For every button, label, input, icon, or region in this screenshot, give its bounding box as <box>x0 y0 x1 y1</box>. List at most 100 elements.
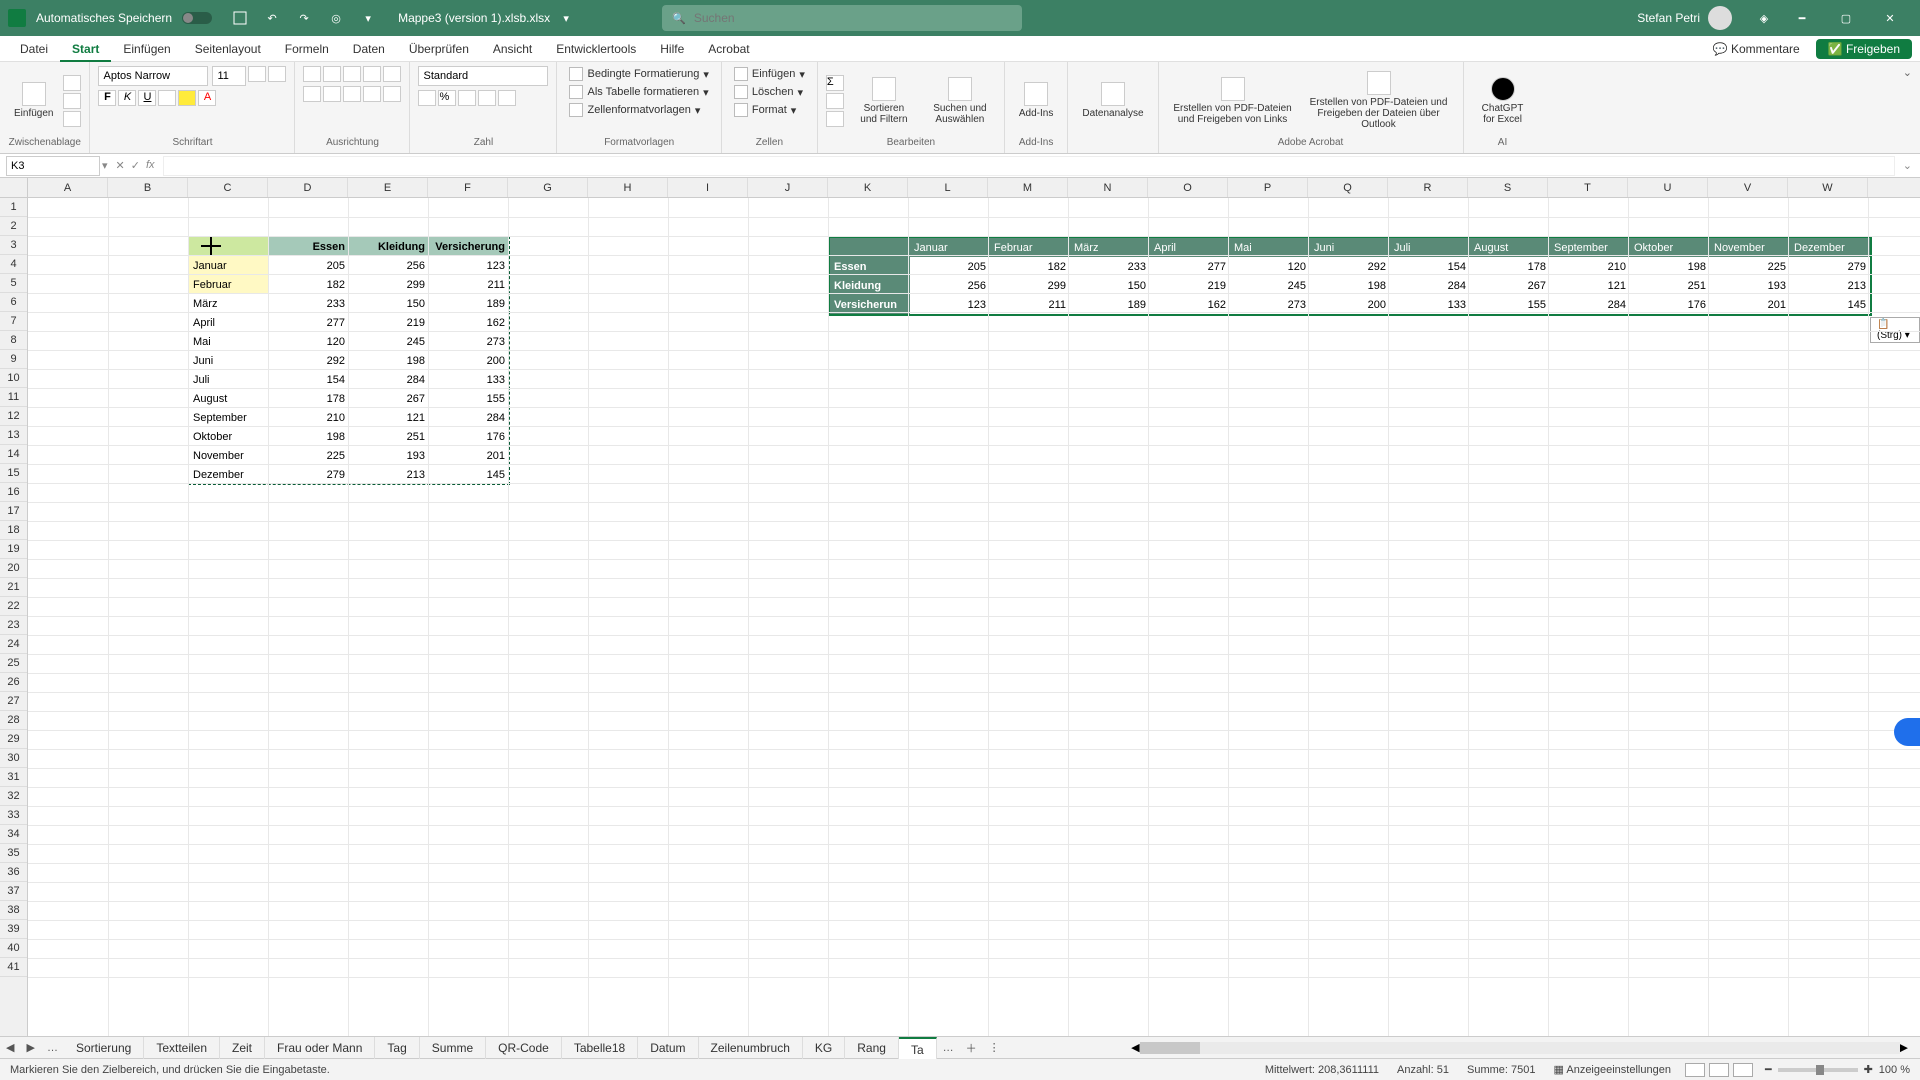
chatgpt-button[interactable]: ChatGPT for Excel <box>1472 75 1534 127</box>
conditional-formatting-button[interactable]: Bedingte Formatierung ▾ <box>565 66 712 82</box>
expand-formula-icon[interactable]: ⌄ <box>1895 159 1920 172</box>
sheet-tab-frau oder mann[interactable]: Frau oder Mann <box>265 1037 375 1059</box>
col-header-R[interactable]: R <box>1388 178 1468 197</box>
undo-icon[interactable]: ↶ <box>262 8 282 28</box>
find-select-button[interactable]: Suchen und Auswählen <box>924 75 996 127</box>
underline-icon[interactable]: U <box>138 90 156 106</box>
col-header-G[interactable]: G <box>508 178 588 197</box>
row-header-26[interactable]: 26 <box>0 673 27 692</box>
increase-font-icon[interactable] <box>248 66 266 82</box>
tab-daten[interactable]: Daten <box>341 36 397 62</box>
name-box[interactable] <box>6 156 100 176</box>
format-cells-button[interactable]: Format ▾ <box>730 102 800 118</box>
row-header-13[interactable]: 13 <box>0 426 27 445</box>
col-header-B[interactable]: B <box>108 178 188 197</box>
sheet-overflow[interactable]: … <box>937 1042 960 1054</box>
delete-cells-button[interactable]: Löschen ▾ <box>730 84 807 100</box>
fill-icon[interactable] <box>826 93 844 109</box>
col-header-E[interactable]: E <box>348 178 428 197</box>
col-header-N[interactable]: N <box>1068 178 1148 197</box>
sheet-tab-sortierung[interactable]: Sortierung <box>64 1037 144 1059</box>
tab-seitenlayout[interactable]: Seitenlayout <box>183 36 273 62</box>
autosum-icon[interactable]: Σ <box>826 75 844 91</box>
wrap-text-icon[interactable] <box>383 66 401 82</box>
zoom-in-icon[interactable]: ✚ <box>1864 1063 1873 1076</box>
sheet-nav-prev[interactable]: ◀ <box>0 1041 20 1054</box>
bold-icon[interactable]: F <box>98 90 116 106</box>
sheet-nav-next[interactable]: ▶ <box>20 1041 40 1054</box>
zoom-value[interactable]: 100 % <box>1879 1064 1910 1076</box>
cancel-formula-icon[interactable]: ✕ <box>116 159 125 172</box>
col-header-H[interactable]: H <box>588 178 668 197</box>
number-format-select[interactable] <box>418 66 548 86</box>
close-button[interactable]: ✕ <box>1868 0 1912 36</box>
col-header-K[interactable]: K <box>828 178 908 197</box>
col-header-I[interactable]: I <box>668 178 748 197</box>
display-settings[interactable]: ▦ Anzeigeeinstellungen <box>1554 1063 1671 1076</box>
namebox-dropdown-icon[interactable]: ▾ <box>102 159 108 172</box>
italic-icon[interactable]: K <box>118 90 136 106</box>
row-header-37[interactable]: 37 <box>0 882 27 901</box>
sheet-tab-kg[interactable]: KG <box>803 1037 845 1059</box>
increase-decimal-icon[interactable] <box>478 90 496 106</box>
col-header-V[interactable]: V <box>1708 178 1788 197</box>
col-header-D[interactable]: D <box>268 178 348 197</box>
row-header-35[interactable]: 35 <box>0 844 27 863</box>
sort-filter-button[interactable]: Sortieren und Filtern <box>848 75 920 127</box>
col-header-Q[interactable]: Q <box>1308 178 1388 197</box>
search-input[interactable] <box>694 11 1012 25</box>
fill-color-icon[interactable] <box>178 90 196 106</box>
autosave-toggle[interactable] <box>182 12 212 24</box>
sheet-tab-summe[interactable]: Summe <box>420 1037 486 1059</box>
cells-area[interactable]: EssenKleidungVersicherungJanuar205256123… <box>28 198 1920 1036</box>
view-normal-icon[interactable] <box>1685 1063 1705 1077</box>
currency-icon[interactable] <box>418 90 436 106</box>
row-header-9[interactable]: 9 <box>0 350 27 369</box>
row-header-10[interactable]: 10 <box>0 369 27 388</box>
row-header-22[interactable]: 22 <box>0 597 27 616</box>
zoom-out-icon[interactable]: ━ <box>1765 1063 1772 1076</box>
tab-hilfe[interactable]: Hilfe <box>648 36 696 62</box>
paste-options-button[interactable]: 📋 (Strg) ▾ <box>1870 317 1920 343</box>
row-header-28[interactable]: 28 <box>0 711 27 730</box>
file-name[interactable]: Mappe3 (version 1).xlsb.xlsx <box>398 11 550 25</box>
align-right-icon[interactable] <box>343 86 361 102</box>
minimize-button[interactable]: ━ <box>1780 0 1824 36</box>
zoom-slider[interactable] <box>1778 1068 1858 1072</box>
row-header-41[interactable]: 41 <box>0 958 27 977</box>
comma-icon[interactable] <box>458 90 476 106</box>
cut-icon[interactable] <box>63 75 81 91</box>
col-header-U[interactable]: U <box>1628 178 1708 197</box>
tab-ansicht[interactable]: Ansicht <box>481 36 544 62</box>
row-header-14[interactable]: 14 <box>0 445 27 464</box>
sheet-tab-ta[interactable]: Ta <box>899 1037 937 1059</box>
row-header-39[interactable]: 39 <box>0 920 27 939</box>
col-header-C[interactable]: C <box>188 178 268 197</box>
row-header-15[interactable]: 15 <box>0 464 27 483</box>
cell-styles-button[interactable]: Zellenformatvorlagen ▾ <box>565 102 704 118</box>
enter-formula-icon[interactable]: ✓ <box>131 159 140 172</box>
row-header-24[interactable]: 24 <box>0 635 27 654</box>
copy-icon[interactable] <box>63 93 81 109</box>
row-header-34[interactable]: 34 <box>0 825 27 844</box>
row-header-12[interactable]: 12 <box>0 407 27 426</box>
camera-icon[interactable]: ◎ <box>326 8 346 28</box>
tab-entwicklertools[interactable]: Entwicklertools <box>544 36 648 62</box>
row-header-38[interactable]: 38 <box>0 901 27 920</box>
row-header-33[interactable]: 33 <box>0 806 27 825</box>
sheet-tab-qr-code[interactable]: QR-Code <box>486 1037 562 1059</box>
save-icon[interactable] <box>230 8 250 28</box>
border-icon[interactable] <box>158 90 176 106</box>
new-sheet-button[interactable]: ＋ <box>960 1040 983 1056</box>
scroll-right-icon[interactable]: ▶ <box>1900 1041 1908 1054</box>
row-header-21[interactable]: 21 <box>0 578 27 597</box>
qat-more-icon[interactable]: ▾ <box>358 8 378 28</box>
row-header-16[interactable]: 16 <box>0 483 27 502</box>
row-header-20[interactable]: 20 <box>0 559 27 578</box>
row-header-17[interactable]: 17 <box>0 502 27 521</box>
tab-formeln[interactable]: Formeln <box>273 36 341 62</box>
view-page-break-icon[interactable] <box>1733 1063 1753 1077</box>
indent-decrease-icon[interactable] <box>363 86 381 102</box>
col-header-M[interactable]: M <box>988 178 1068 197</box>
align-bottom-icon[interactable] <box>343 66 361 82</box>
